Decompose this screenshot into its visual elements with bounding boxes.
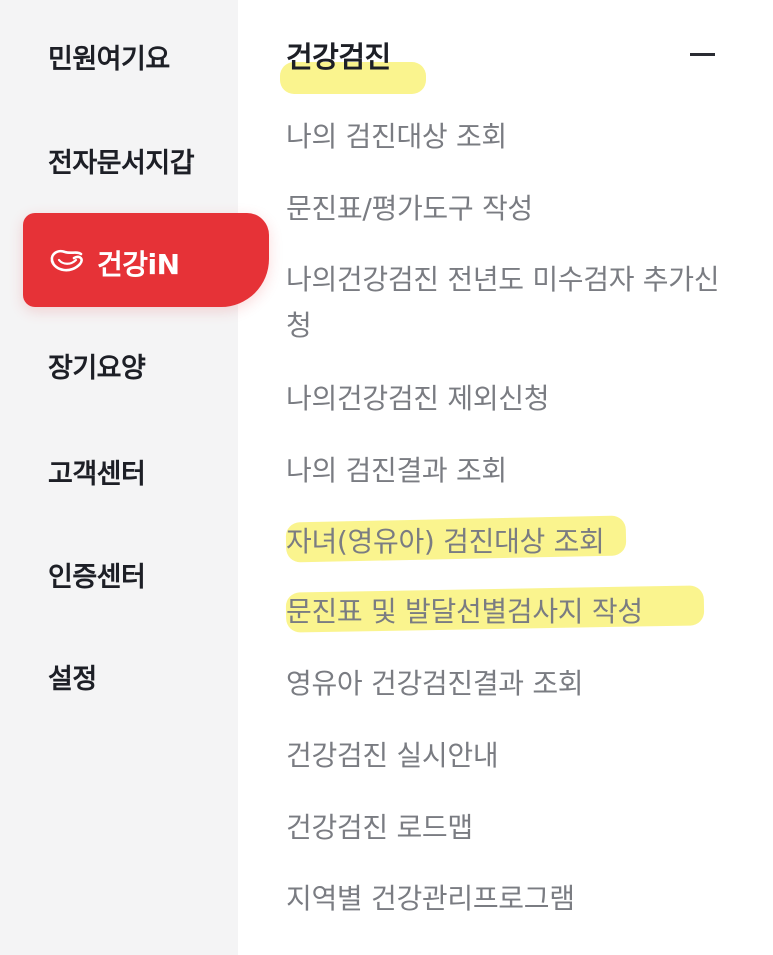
menu-item-my-checkup-result[interactable]: 나의 검진결과 조회 [286, 448, 726, 494]
minus-icon [690, 53, 715, 56]
menu-item-my-checkup-target[interactable]: 나의 검진대상 조회 [286, 114, 726, 160]
menu-item-development-screening[interactable]: 문진표 및 발달선별검사지 작성 [286, 589, 726, 635]
sidebar-item-settings[interactable]: 설정 [48, 657, 97, 696]
sidebar-item-auth-center[interactable]: 인증센터 [48, 555, 146, 594]
sidebar-item-civil-service[interactable]: 민원여기요 [48, 37, 170, 76]
section-title[interactable]: 건강검진 [286, 34, 391, 76]
collapse-button[interactable] [688, 40, 718, 70]
sidebar-item-customer-center[interactable]: 고객센터 [48, 452, 146, 491]
menu-item-child-checkup-target[interactable]: 자녀(영유아) 검진대상 조회 [286, 519, 726, 565]
menu-item-questionnaire[interactable]: 문진표/평가도구 작성 [286, 186, 726, 232]
sidebar-item-e-document-wallet[interactable]: 전자문서지갑 [48, 141, 195, 180]
sidebar-item-label: 건강iN [97, 248, 180, 281]
menu-item-regional-program[interactable]: 지역별 건강관리프로그램 [286, 876, 726, 922]
menu-item-checkup-roadmap[interactable]: 건강검진 로드맵 [286, 805, 726, 851]
menu-item-checkup-guide[interactable]: 건강검진 실시안내 [286, 733, 726, 779]
menu-item-exclusion-application[interactable]: 나의건강검진 제외신청 [286, 376, 726, 422]
sidebar-item-health-in[interactable]: 건강iN [23, 213, 269, 307]
sidebar-item-long-term-care[interactable]: 장기요양 [48, 346, 146, 385]
health-logo-icon [50, 249, 83, 272]
sidebar: 민원여기요 전자문서지갑 장기요양 고객센터 인증센터 설정 [0, 0, 238, 955]
menu-item-additional-application[interactable]: 나의건강검진 전년도 미수검자 추가신청 [286, 257, 726, 349]
menu-item-infant-checkup-result[interactable]: 영유아 건강검진결과 조회 [286, 661, 726, 707]
menu-panel: 건강검진 나의 검진대상 조회 문진표/평가도구 작성 나의건강검진 전년도 미… [238, 0, 773, 955]
